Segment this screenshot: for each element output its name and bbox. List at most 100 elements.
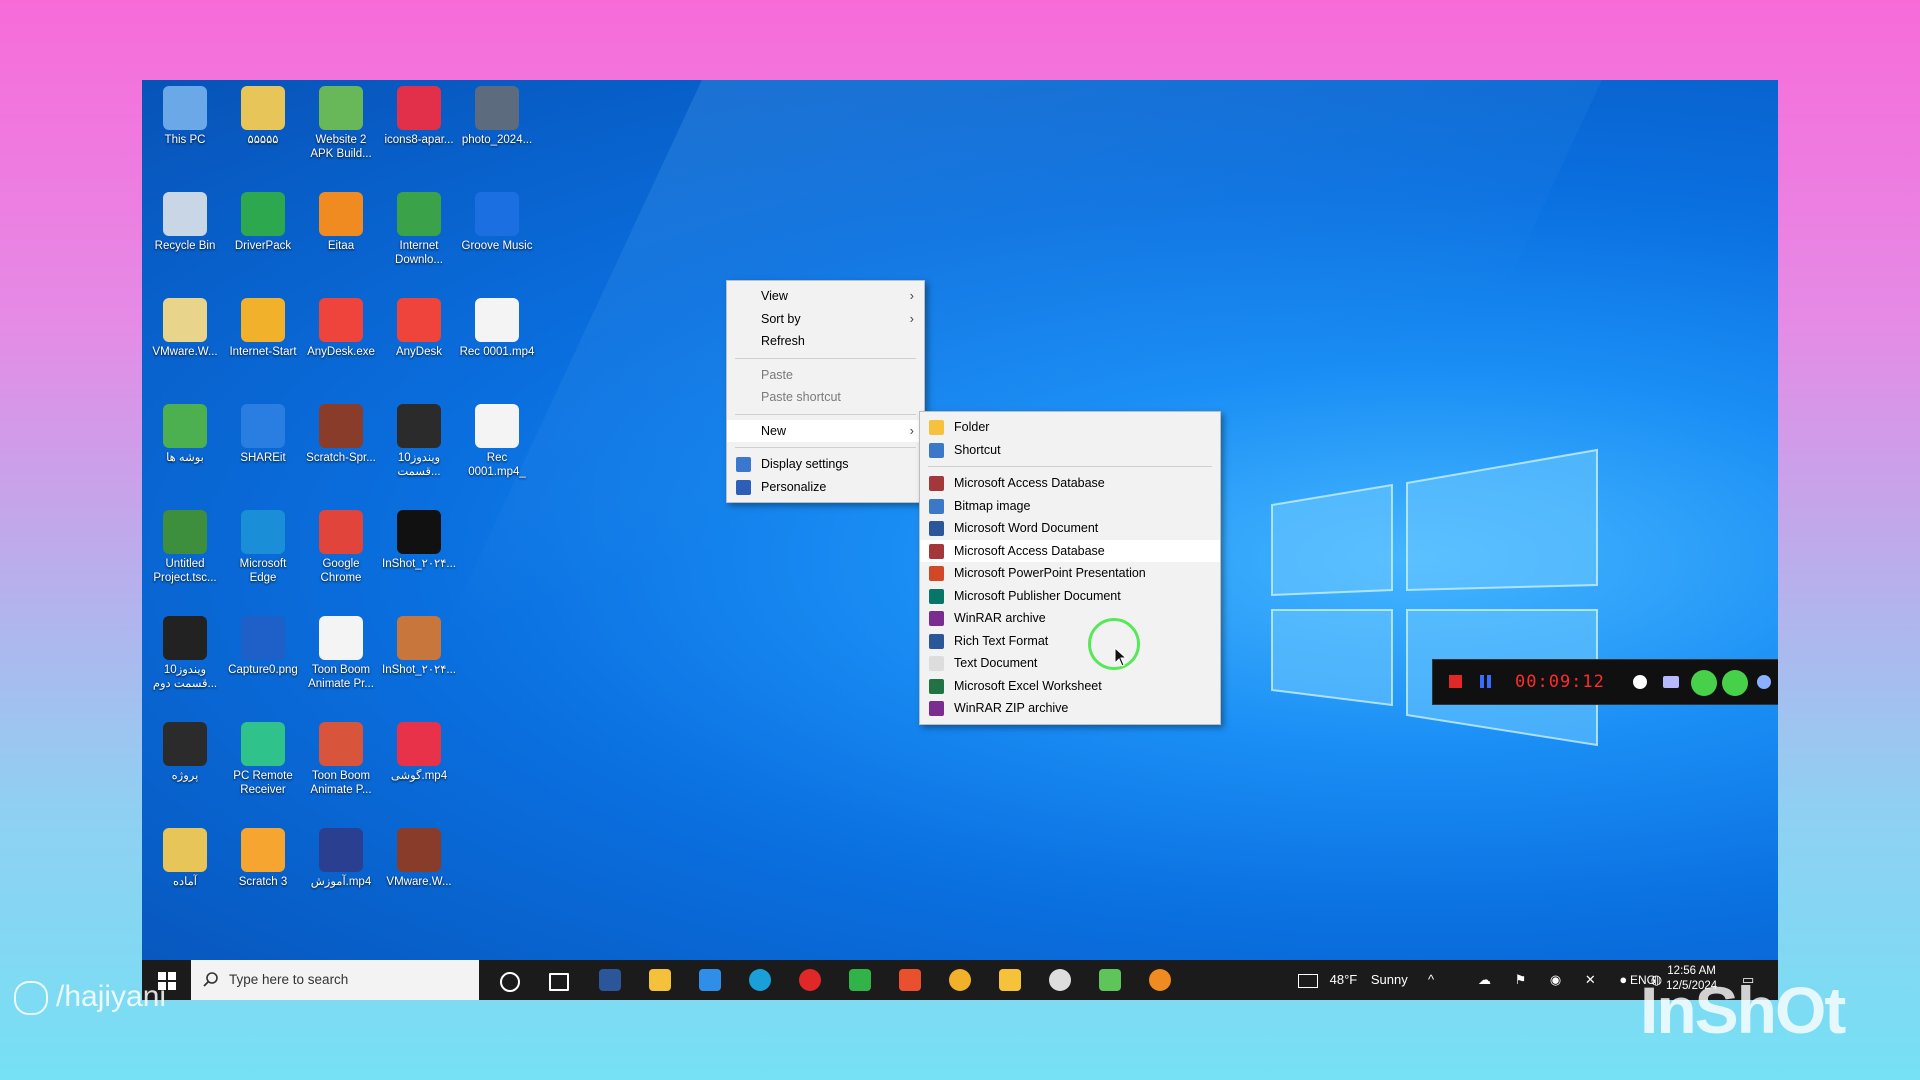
new-submenu-item[interactable]: Folder: [920, 416, 1220, 439]
desktop-icon[interactable]: ویندوز10 قسمت دوم...: [147, 616, 223, 691]
desktop-icon[interactable]: Recycle Bin: [147, 192, 223, 253]
new-submenu-item[interactable]: Microsoft Access Database: [920, 539, 1220, 562]
pause-icon: [1480, 675, 1491, 688]
new-submenu-item[interactable]: Microsoft Excel Worksheet: [920, 675, 1220, 698]
desktop-icon-image: [163, 510, 207, 554]
desktop-icon[interactable]: Google Chrome: [303, 510, 379, 585]
desktop-icon[interactable]: Internet-Start: [225, 298, 301, 359]
desktop-icon[interactable]: Microsoft Edge: [225, 510, 301, 585]
settings-gear-icon[interactable]: [1049, 969, 1071, 991]
menu-item-label: New: [761, 423, 787, 438]
new-submenu-item[interactable]: WinRAR archive: [920, 607, 1220, 630]
desktop-icon[interactable]: Capture0.png: [225, 616, 301, 677]
desktop-icon[interactable]: Untitled Project.tsc...: [147, 510, 223, 585]
desktop-icon[interactable]: DriverPack: [225, 192, 301, 253]
new-submenu-item-label: Shortcut: [954, 442, 1001, 457]
new-submenu-item-label: Rich Text Format: [954, 633, 1049, 648]
desktop-icon[interactable]: PC Remote Receiver: [225, 722, 301, 797]
new-submenu-item[interactable]: Microsoft Publisher Document: [920, 585, 1220, 608]
menu-item-new[interactable]: New ›: [727, 419, 924, 442]
new-submenu-item[interactable]: Shortcut: [920, 439, 1220, 462]
new-submenu-item[interactable]: Microsoft Access Database: [920, 472, 1220, 495]
desktop-icon[interactable]: Website 2 APK Build...: [303, 86, 379, 161]
new-submenu-item-label: Microsoft Excel Worksheet: [954, 678, 1102, 693]
camera-icon[interactable]: [1663, 676, 1679, 688]
desktop-icon[interactable]: Scratch 3: [225, 828, 301, 889]
stop-record-button[interactable]: [1449, 675, 1462, 688]
speaker-toggle-button[interactable]: [1691, 670, 1717, 696]
desktop-icon[interactable]: InShot_۲۰۲۴...: [381, 510, 457, 571]
edge-taskbar-icon[interactable]: [749, 969, 771, 991]
new-submenu-item-label: Microsoft Access Database: [954, 543, 1105, 558]
desktop-icon-image: [163, 616, 207, 660]
word-taskbar-icon[interactable]: [599, 969, 621, 991]
desktop-icon[interactable]: Eitaa: [303, 192, 379, 253]
desktop-icon[interactable]: بوشه ها: [147, 404, 223, 465]
user-watermark-icon: [14, 981, 48, 1016]
desktop-icon[interactable]: گوشی.mp4: [381, 722, 457, 783]
desktop-icon[interactable]: VMware.W...: [381, 828, 457, 889]
desktop-icon-label: Internet Downlo...: [395, 240, 443, 266]
menu-item-paste-shortcut[interactable]: Paste shortcut: [727, 386, 924, 409]
microphone-toggle-button[interactable]: [1722, 670, 1748, 696]
menu-item-display-settings[interactable]: Display settings: [727, 453, 924, 476]
desktop-icon[interactable]: InShot_۲۰۲۴...: [381, 616, 457, 677]
desktop-icon[interactable]: Internet Downlo...: [381, 192, 457, 267]
desktop-icon[interactable]: Toon Boom Animate Pr...: [303, 616, 379, 691]
cortana-icon[interactable]: [500, 972, 520, 992]
desktop-icon-label: Eitaa: [327, 240, 355, 252]
taskbar-search-box[interactable]: Type here to search: [191, 960, 479, 1000]
clock-icon[interactable]: [1633, 675, 1647, 689]
new-submenu-item[interactable]: Rich Text Format: [920, 630, 1220, 653]
webcam-icon[interactable]: [1757, 675, 1771, 689]
desktop-icon[interactable]: icons8-apar...: [381, 86, 457, 147]
new-submenu-item[interactable]: Bitmap image: [920, 495, 1220, 518]
chrome-taskbar-icon[interactable]: [949, 969, 971, 991]
desktop-icon[interactable]: Scratch-Spr...: [303, 404, 379, 465]
desktop-icon-label: AnyDesk: [395, 346, 443, 358]
winrar-zip-icon: [929, 701, 944, 716]
desktop-icon[interactable]: آموزش.mp4: [303, 828, 379, 889]
desktop-icon[interactable]: پروژه: [147, 722, 223, 783]
desktop-icon-label: بوشه ها: [166, 452, 204, 464]
pause-record-button[interactable]: [1479, 674, 1493, 694]
desktop-icon-image: [163, 722, 207, 766]
desktop-icon-label: Rec 0001.mp4: [459, 346, 535, 358]
menu-item-view[interactable]: View ›: [727, 285, 924, 308]
new-submenu-item[interactable]: Microsoft Word Document: [920, 517, 1220, 540]
desktop-icon[interactable]: Rec 0001.mp4: [459, 298, 535, 359]
app-red-taskbar-icon[interactable]: [899, 969, 921, 991]
camtasia-taskbar-icon[interactable]: [849, 969, 871, 991]
desktop-icon[interactable]: آماده: [147, 828, 223, 889]
menu-item-personalize[interactable]: Personalize: [727, 476, 924, 499]
desktop-icon[interactable]: ویندوز10 قسمت...: [381, 404, 457, 479]
task-view-icon[interactable]: [549, 973, 569, 991]
chevron-up-icon[interactable]: ^: [1428, 960, 1434, 1000]
people-taskbar-icon[interactable]: [1099, 969, 1121, 991]
menu-item-sort-by[interactable]: Sort by ›: [727, 308, 924, 331]
desktop-icon[interactable]: AnyDesk.exe: [303, 298, 379, 359]
app-taskbar-icon[interactable]: [699, 969, 721, 991]
notes-taskbar-icon[interactable]: [999, 969, 1021, 991]
new-submenu-item[interactable]: Text Document: [920, 652, 1220, 675]
file-explorer-icon[interactable]: [649, 969, 671, 991]
desktop-icon[interactable]: ۵۵۵۵۵: [225, 86, 301, 147]
chevron-right-icon: ›: [909, 310, 914, 326]
menu-item-paste[interactable]: Paste: [727, 364, 924, 387]
eitaa-taskbar-icon[interactable]: [1149, 969, 1171, 991]
desktop-icon[interactable]: Groove Music: [459, 192, 535, 253]
desktop-icon[interactable]: AnyDesk: [381, 298, 457, 359]
menu-item-refresh[interactable]: Refresh: [727, 330, 924, 353]
desktop-icon[interactable]: photo_2024...: [459, 86, 535, 147]
desktop-icon[interactable]: This PC: [147, 86, 223, 147]
desktop-icon[interactable]: Rec 0001.mp4_: [459, 404, 535, 479]
recorder-taskbar-icon[interactable]: [799, 969, 821, 991]
new-submenu-item[interactable]: WinRAR ZIP archive: [920, 697, 1220, 720]
menu-separator: [735, 413, 916, 415]
new-submenu-item[interactable]: Microsoft PowerPoint Presentation: [920, 562, 1220, 585]
desktop-icon[interactable]: Toon Boom Animate P...: [303, 722, 379, 797]
menu-item-label: Paste: [761, 367, 793, 382]
desktop-icon[interactable]: SHAREit: [225, 404, 301, 465]
weather-widget[interactable]: 48°F Sunny: [1298, 960, 1408, 1000]
desktop-icon[interactable]: VMware.W...: [147, 298, 223, 359]
